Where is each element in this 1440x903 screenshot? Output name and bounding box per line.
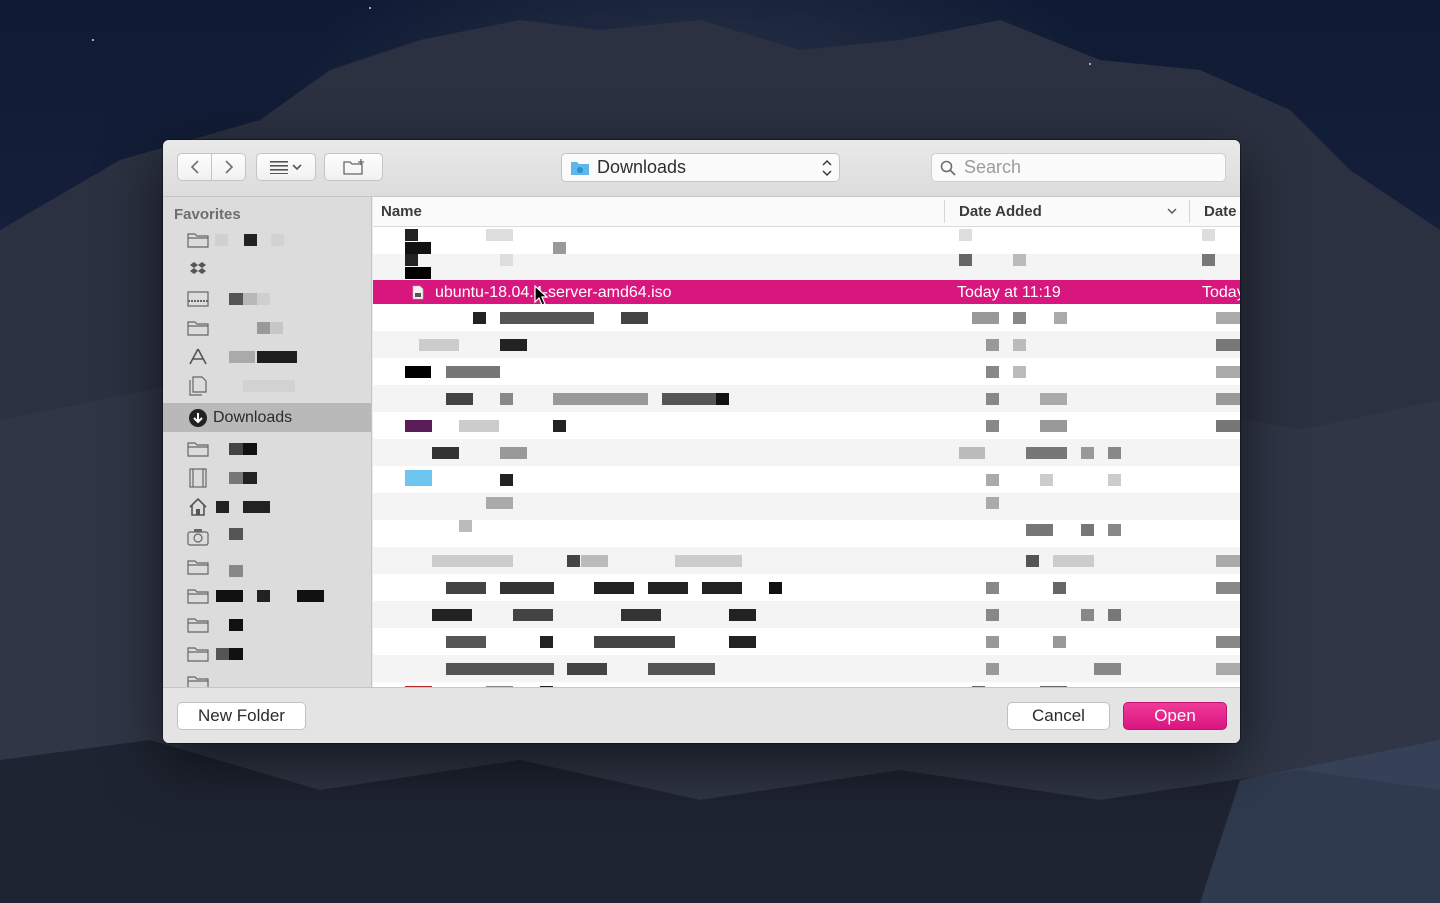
location-popup[interactable]: Downloads xyxy=(561,153,840,182)
sidebar-item[interactable] xyxy=(163,434,371,463)
disk-image-file-icon xyxy=(412,285,424,300)
new-folder-toolbar-button[interactable] xyxy=(324,153,383,181)
file-list: Name Date Added Date ubuntu-18.04.4-serv… xyxy=(373,197,1240,687)
list-view-icon xyxy=(270,161,302,174)
file-row[interactable] xyxy=(373,466,1240,493)
sidebar: Favorites Downloads xyxy=(163,197,372,687)
file-row[interactable] xyxy=(373,385,1240,412)
sidebar-item[interactable] xyxy=(163,371,371,400)
file-date: Today xyxy=(1202,284,1240,301)
folder-icon xyxy=(187,318,209,338)
sidebar-item[interactable] xyxy=(163,463,371,492)
file-row[interactable] xyxy=(373,493,1240,520)
location-label: Downloads xyxy=(597,157,687,177)
new-folder-icon xyxy=(342,159,364,175)
folder-icon xyxy=(187,557,209,577)
movies-icon xyxy=(187,467,209,488)
home-icon xyxy=(187,497,209,517)
camera-icon xyxy=(187,527,209,547)
file-row[interactable] xyxy=(373,331,1240,358)
sidebar-item[interactable] xyxy=(163,639,371,668)
file-row[interactable] xyxy=(373,655,1240,682)
open-button[interactable]: Open xyxy=(1123,702,1227,730)
chevron-right-icon xyxy=(224,160,233,174)
chevron-left-icon xyxy=(190,160,199,174)
forward-button[interactable] xyxy=(211,153,246,181)
applications-icon xyxy=(187,347,209,367)
sidebar-item[interactable] xyxy=(163,254,371,283)
folder-icon xyxy=(571,161,589,175)
chevron-updown-icon xyxy=(822,160,832,176)
sidebar-item[interactable] xyxy=(163,581,371,610)
sidebar-item[interactable] xyxy=(163,492,371,521)
file-row[interactable] xyxy=(373,520,1240,547)
sidebar-item[interactable] xyxy=(163,342,371,371)
folder-icon xyxy=(187,439,209,459)
sidebar-item[interactable] xyxy=(163,668,371,687)
search-input[interactable] xyxy=(962,156,1206,179)
file-row[interactable] xyxy=(373,547,1240,574)
dropbox-icon xyxy=(187,259,209,279)
sidebar-item[interactable] xyxy=(163,284,371,313)
file-row[interactable] xyxy=(373,304,1240,331)
folder-icon xyxy=(187,586,209,606)
file-row[interactable] xyxy=(373,412,1240,439)
folder-icon xyxy=(187,615,209,635)
file-row-selected[interactable]: ubuntu-18.04.4-server-amd64.iso Today at… xyxy=(373,280,1240,304)
file-row[interactable] xyxy=(373,628,1240,655)
file-row[interactable] xyxy=(373,358,1240,385)
desktop-icon xyxy=(187,289,209,309)
folder-icon xyxy=(187,673,209,687)
sidebar-item-label: Downloads xyxy=(213,408,293,426)
file-name: ubuntu-18.04.4-server-amd64.iso xyxy=(435,284,672,301)
file-row[interactable] xyxy=(373,601,1240,628)
folder-icon xyxy=(187,230,209,250)
sidebar-heading: Favorites xyxy=(174,206,241,223)
documents-icon xyxy=(187,375,209,396)
downloads-icon xyxy=(187,408,209,428)
search-field[interactable] xyxy=(931,153,1226,182)
sidebar-item[interactable] xyxy=(163,225,371,254)
column-name[interactable]: Name xyxy=(381,203,422,220)
sidebar-item[interactable] xyxy=(163,610,371,639)
dialog-footer: New Folder Cancel Open xyxy=(163,687,1240,743)
file-row[interactable] xyxy=(373,574,1240,601)
mouse-cursor-icon xyxy=(534,285,549,306)
sidebar-item[interactable] xyxy=(163,522,371,551)
back-button[interactable] xyxy=(177,153,212,181)
open-file-dialog: Downloads Favorites xyxy=(163,140,1240,743)
sidebar-item[interactable] xyxy=(163,313,371,342)
file-date-added: Today at 11:19 xyxy=(957,284,1061,301)
sidebar-item[interactable] xyxy=(163,552,371,581)
folder-icon xyxy=(187,644,209,664)
search-icon xyxy=(940,160,956,176)
column-date-added[interactable]: Date Added xyxy=(959,203,1042,220)
new-folder-button[interactable]: New Folder xyxy=(177,702,306,730)
file-row[interactable] xyxy=(373,227,1240,254)
sort-descending-icon xyxy=(1167,208,1177,214)
file-row[interactable] xyxy=(373,439,1240,466)
column-date[interactable]: Date xyxy=(1204,203,1237,220)
column-header: Name Date Added Date xyxy=(373,197,1240,227)
cancel-button[interactable]: Cancel xyxy=(1007,702,1110,730)
dialog-toolbar: Downloads xyxy=(163,140,1240,197)
view-options-button[interactable] xyxy=(256,153,316,181)
sidebar-item-downloads[interactable]: Downloads xyxy=(163,403,371,432)
file-row[interactable] xyxy=(373,254,1240,281)
